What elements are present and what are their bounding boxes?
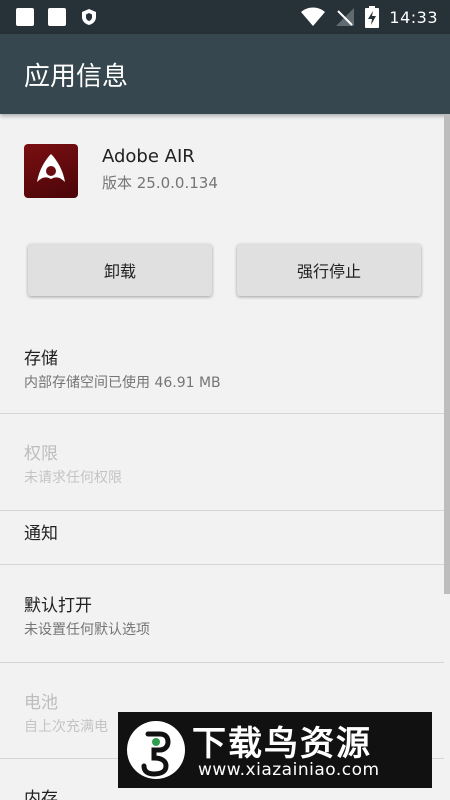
list-item-subtitle: 未设置任何默认选项 [24, 622, 150, 638]
status-bar-right: 14:33 [301, 6, 438, 28]
list-item-title: 内存 [24, 789, 58, 800]
list-item-title: 电池 [24, 693, 58, 713]
no-signal-icon [336, 8, 355, 26]
battery-charging-icon [365, 6, 380, 28]
app-name: Adobe AIR [102, 146, 195, 167]
list-item-title: 通知 [24, 524, 58, 544]
uninstall-button[interactable]: 卸载 [28, 244, 212, 296]
list-item-title: 存储 [24, 349, 58, 369]
scrollbar[interactable] [444, 114, 450, 594]
watermark: 下载鸟资源 www.xiazainiao.com [118, 712, 432, 788]
shield-icon [82, 9, 96, 25]
list-item-open-by-default[interactable]: 默认打开 未设置任何默认选项 [0, 579, 444, 659]
status-bar: 14:33 [0, 0, 450, 34]
force-stop-button[interactable]: 强行停止 [237, 244, 421, 296]
page-title: 应用信息 [24, 62, 129, 92]
clock: 14:33 [389, 7, 438, 27]
app-version: 版本 25.0.0.134 [102, 174, 218, 192]
adobe-air-icon [24, 144, 78, 198]
app-bar: 应用信息 [0, 34, 450, 114]
wifi-icon [301, 7, 326, 26]
list-item-permissions[interactable]: 权限 未请求任何权限 [0, 429, 444, 509]
watermark-url: www.xiazainiao.com [198, 760, 380, 780]
divider [0, 413, 444, 414]
list-item-subtitle: 内部存储空间已使用 46.91 MB [24, 375, 221, 391]
status-bar-left [16, 8, 98, 26]
app-info-content: Adobe AIR 版本 25.0.0.134 卸载 强行停止 存储 内部存储空… [0, 114, 444, 800]
bird-logo-icon [127, 721, 185, 779]
list-item-subtitle: 未请求任何权限 [24, 470, 122, 486]
notification-square-icon [16, 8, 34, 26]
list-item-title: 权限 [24, 444, 58, 464]
list-item-subtitle: 自上次充满电 [24, 719, 108, 735]
notification-square-icon [48, 8, 66, 26]
list-item-storage[interactable]: 存储 内部存储空间已使用 46.91 MB [0, 334, 444, 414]
adobe-air-logo-glyph [37, 154, 65, 182]
divider [0, 564, 444, 565]
watermark-title: 下载鸟资源 [192, 724, 372, 764]
divider [0, 662, 444, 663]
list-item-title: 默认打开 [24, 596, 92, 616]
list-item-notifications[interactable]: 通知 [0, 511, 444, 561]
